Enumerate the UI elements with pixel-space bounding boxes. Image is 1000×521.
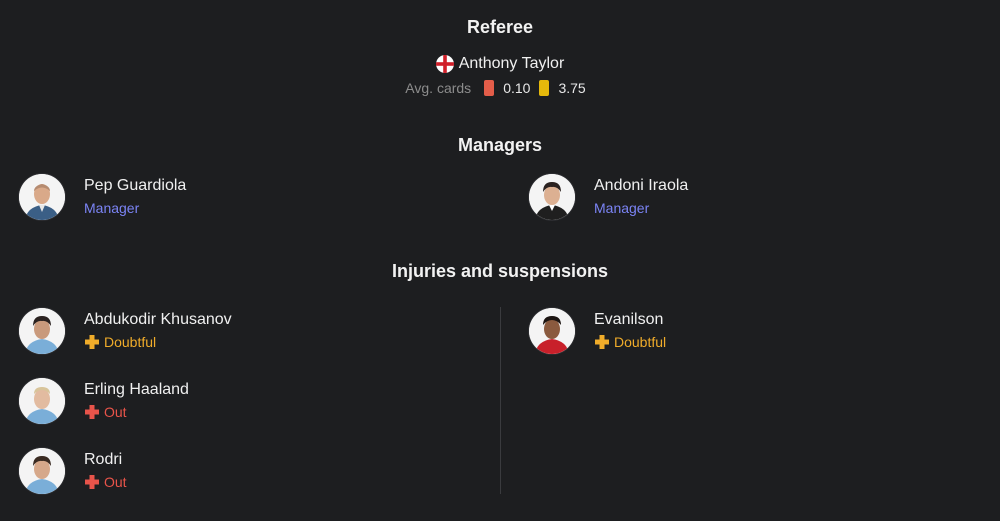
player-status-label: Doubtful [614, 334, 667, 350]
avatar [19, 174, 65, 220]
column-divider [500, 307, 501, 494]
england-flag-icon [435, 55, 454, 73]
red-card-icon [484, 80, 495, 96]
player-status-label: Out [104, 474, 127, 490]
red-cards-value: 0.10 [503, 80, 531, 96]
injury-list-item[interactable]: Evanilson Doubtful [529, 308, 666, 354]
avg-cards-label: Avg. cards [405, 80, 472, 96]
player-name: Erling Haaland [84, 381, 189, 398]
player-name: Abdukodir Khusanov [84, 311, 232, 328]
player-status: Out [84, 402, 189, 422]
player-name: Rodri [84, 451, 123, 468]
injuries-section-title: Injuries and suspensions [391, 261, 609, 281]
player-status: Doubtful [594, 332, 666, 352]
manager-away-role: Manager [594, 200, 650, 216]
manager-away-name: Andoni Iraola [594, 177, 689, 194]
match-info-panel: Referee Anthony Taylor Avg. cards 0.10 3… [0, 0, 1000, 521]
player-status-label: Doubtful [104, 334, 157, 350]
manager-away[interactable]: Andoni Iraola Manager [529, 174, 688, 220]
yellow-card-icon [539, 80, 550, 96]
referee-avg-cards: Avg. cards 0.10 3.75 [0, 80, 1000, 96]
injury-list-item[interactable]: Abdukodir Khusanov Doubtful [19, 308, 232, 354]
referee-section-title: Referee [466, 17, 534, 37]
plus-icon [85, 335, 99, 349]
plus-icon [595, 335, 609, 349]
avatar [529, 174, 575, 220]
player-status-label: Out [104, 404, 127, 420]
manager-home[interactable]: Pep Guardiola Manager [19, 174, 186, 220]
plus-icon [85, 475, 99, 489]
player-name: Evanilson [594, 311, 664, 328]
yellow-cards-value: 3.75 [558, 80, 586, 96]
injury-list-item[interactable]: Rodri Out [19, 448, 127, 494]
avatar [19, 378, 65, 424]
player-status: Out [84, 472, 127, 492]
avatar [529, 308, 575, 354]
manager-home-name: Pep Guardiola [84, 177, 187, 194]
avatar [19, 308, 65, 354]
avatar [19, 448, 65, 494]
managers-section-title: Managers [457, 135, 543, 155]
injury-list-item[interactable]: Erling Haaland Out [19, 378, 189, 424]
referee-name[interactable]: Anthony Taylor [459, 55, 565, 73]
plus-icon [85, 405, 99, 419]
player-status: Doubtful [84, 332, 232, 352]
referee-row: Anthony Taylor [0, 55, 1000, 73]
manager-home-role: Manager [84, 200, 140, 216]
